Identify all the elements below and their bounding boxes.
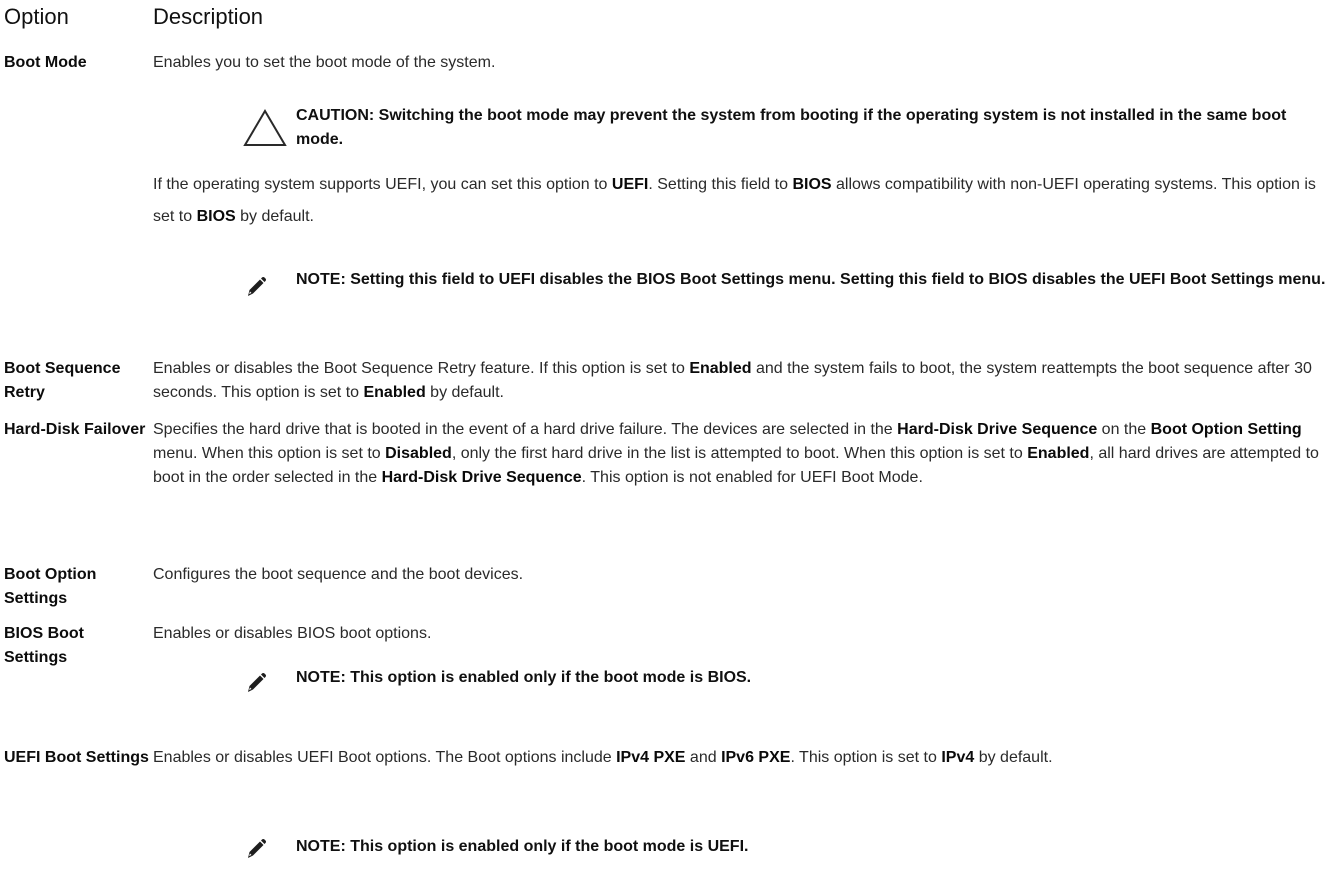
boot-mode-caution: CAUTION: Switching the boot mode may pre… [296, 107, 1287, 148]
text-span: , only the first hard drive in the list … [451, 445, 1028, 462]
option-bios-boot-settings: BIOS Boot Settings [4, 625, 84, 666]
value-enabled: Enabled [1027, 445, 1090, 462]
boot-sequence-retry-description: Enables or disables the Boot Sequence Re… [153, 357, 1325, 405]
value-ipv6-pxe: IPv6 PXE [721, 749, 791, 766]
bios-boot-settings-description: Enables or disables BIOS boot options. [153, 625, 432, 642]
value-enabled-default: Enabled [363, 384, 426, 401]
text-span: . This option is set to [790, 749, 942, 766]
value-boot-option-setting: Boot Option Setting [1150, 421, 1302, 438]
boot-mode-uefi-paragraph: If the operating system supports UEFI, y… [153, 169, 1325, 233]
value-ipv4-pxe: IPv4 PXE [616, 749, 686, 766]
column-header-description: Description [153, 4, 264, 29]
note-pencil-icon [245, 838, 267, 860]
option-uefi-boot-settings: UEFI Boot Settings [4, 749, 149, 766]
value-hdd-sequence: Hard-Disk Drive Sequence [897, 421, 1098, 438]
text-span: Enables or disables the Boot Sequence Re… [153, 360, 690, 377]
text-span: by default. [425, 384, 504, 401]
bios-boot-settings-table: Option Description Boot Mode Enables you… [0, 0, 1333, 883]
value-uefi: UEFI [611, 176, 649, 193]
value-bios: BIOS [792, 176, 832, 193]
value-disabled: Disabled [385, 445, 452, 462]
text-span: and [685, 749, 722, 766]
note-pencil-icon [245, 276, 267, 298]
boot-option-settings-description: Configures the boot sequence and the boo… [153, 566, 524, 583]
option-boot-sequence-retry: Boot Sequence Retry [4, 360, 121, 401]
note-pencil-icon [245, 672, 267, 694]
uefi-boot-settings-note: NOTE: This option is enabled only if the… [296, 838, 749, 855]
text-span: If the operating system supports UEFI, y… [153, 176, 612, 193]
text-span: . Setting this field to [648, 176, 793, 193]
option-boot-option-settings: Boot Option Settings [4, 566, 97, 607]
text-span: by default. [974, 749, 1053, 766]
boot-mode-description: Enables you to set the boot mode of the … [153, 54, 496, 71]
caution-triangle-icon [242, 108, 288, 148]
bios-boot-settings-note: NOTE: This option is enabled only if the… [296, 669, 752, 686]
value-enabled: Enabled [689, 360, 752, 377]
text-span: on the [1097, 421, 1151, 438]
hard-disk-failover-description: Specifies the hard drive that is booted … [153, 418, 1325, 490]
uefi-boot-settings-description: Enables or disables UEFI Boot options. T… [153, 746, 1325, 770]
value-ipv4: IPv4 [941, 749, 975, 766]
text-span: Specifies the hard drive that is booted … [153, 421, 898, 438]
text-span: . This option is not enabled for UEFI Bo… [581, 469, 923, 486]
column-header-option: Option [4, 4, 69, 29]
text-span: menu. When this option is set to [153, 445, 386, 462]
text-span: by default. [235, 208, 314, 225]
boot-mode-note: NOTE: Setting this field to UEFI disable… [296, 271, 1326, 288]
value-hdd-sequence-2: Hard-Disk Drive Sequence [381, 469, 582, 486]
option-boot-mode: Boot Mode [4, 54, 87, 71]
text-span: Enables or disables UEFI Boot options. T… [153, 749, 617, 766]
value-bios-default: BIOS [196, 208, 236, 225]
option-hard-disk-failover: Hard-Disk Failover [4, 421, 146, 438]
